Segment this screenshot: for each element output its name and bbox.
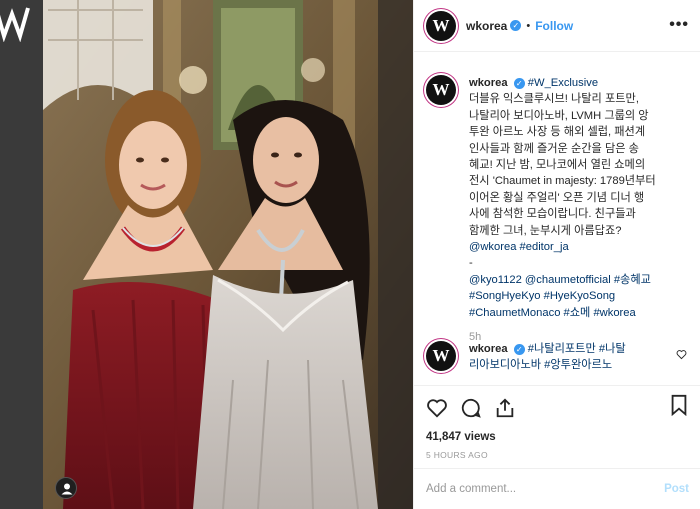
caption-comment: W wkorea ✓ #W_Exclusive 더블유 익스클루시브! 나탈리 … [414,75,700,346]
caption-line: 함께한 그녀, 눈부시게 아름답죠? [469,224,622,237]
comment-hashtags[interactable]: #나탈리포트만 #나탈 [528,343,626,355]
caption-tags[interactable]: #SongHyeKyo #HyeKyoSong [469,290,615,302]
post-age[interactable]: 5 HOURS AGO [426,450,689,460]
caption-line: 인사들과 함께 즐거운 순간을 담은 송 [469,142,639,155]
comment-icon[interactable] [460,397,482,419]
caption-verified-icon: ✓ [513,78,525,89]
comment-username[interactable]: wkorea [469,343,508,355]
post-photo[interactable] [43,0,413,509]
comments-list[interactable]: W wkorea ✓ #W_Exclusive 더블유 익스클루시브! 나탈리 … [414,53,700,385]
post-actions: 41,847 views 5 HOURS AGO [414,385,700,475]
post-header: W wkorea ✓ • Follow ••• [414,0,700,52]
add-comment-input[interactable] [426,483,665,495]
caption-line: 사에 참석한 모습이랍니다. 친구들과 [469,208,636,221]
avatar[interactable]: W [426,10,456,41]
caption-avatar[interactable]: W [426,75,456,105]
views-count[interactable]: 41,847 views [426,431,689,443]
left-gutter [0,0,43,509]
post-comment-button[interactable]: Post [664,483,689,495]
verified-badge-icon: ✓ [510,20,522,31]
comment-avatar-letter: W [432,346,450,365]
comment-avatar[interactable]: W [426,341,456,371]
bookmark-icon[interactable] [669,394,689,416]
caption-dash: - [469,257,473,270]
comment-verified-icon: ✓ [513,344,525,355]
post-details-panel: W wkorea ✓ • Follow ••• W wkorea ✓ #W_Ex… [413,0,700,509]
caption-tags[interactable]: #ChaumetMonaco #쇼메 #wkorea [469,307,636,319]
avatar-letter: W [432,15,450,35]
caption-text: wkorea ✓ #W_Exclusive 더블유 익스클루시브! 나탈리 포트… [469,75,677,346]
header-separator: • [526,19,531,32]
tagged-user-icon[interactable] [55,477,77,499]
caption-line: 투완 아르노 사장 등 해외 셀럽, 패션계 [469,126,646,139]
caption-line: 혜교! 지난 밤, 모나코에서 열린 쇼메의 [469,159,646,172]
caption-tags[interactable]: @wkorea #editor_ja [469,241,569,253]
caption-line: 나탈리아 보디아노바, LVMH 그룹의 앙 [469,109,649,122]
caption-avatar-letter: W [432,80,450,99]
more-options-icon[interactable]: ••• [669,16,689,34]
follow-button[interactable]: Follow [535,19,573,33]
comment-hashtags[interactable]: 리아보디아노바 #앙투완아르노 [469,359,612,371]
comment-text: wkorea ✓ #나탈리포트만 #나탈 리아보디아노바 #앙투완아르노 [469,341,677,374]
caption-username[interactable]: wkorea [469,77,508,89]
like-comment-icon[interactable] [676,349,687,360]
caption-tags[interactable]: @kyo1122 @chaumetofficial #송혜교 [469,274,651,286]
caption-hashtag[interactable]: #W_Exclusive [528,77,598,89]
heart-icon[interactable] [426,397,448,419]
w-logo-icon [0,7,30,42]
comment-item: W wkorea ✓ #나탈리포트만 #나탈 리아보디아노바 #앙투완아르노 [414,341,700,374]
action-icons [426,394,689,422]
share-icon[interactable] [494,397,516,419]
header-username[interactable]: wkorea [466,19,507,33]
caption-line: 더블유 익스클루시브! 나탈리 포트만, [469,93,639,106]
caption-line: 이어온 황실 주얼리' 오픈 기념 디너 행 [469,191,645,204]
comment-composer: Post [414,468,700,509]
photo-illustration [43,0,413,509]
caption-line: 전시 'Chaumet in majesty: 1789년부터 [469,175,656,188]
